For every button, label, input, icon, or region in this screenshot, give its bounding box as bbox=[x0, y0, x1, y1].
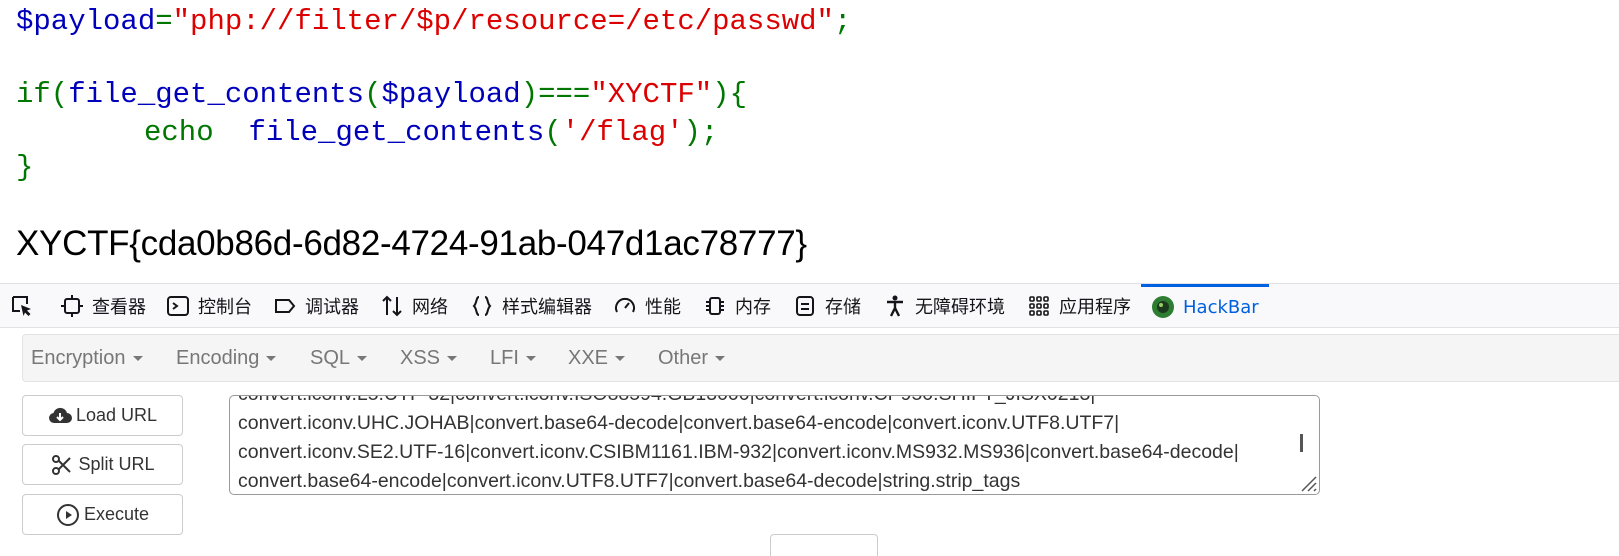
code-token: ){ bbox=[712, 78, 747, 111]
code-token: )=== bbox=[520, 78, 591, 111]
menu-label: Encoding bbox=[176, 347, 260, 369]
menu-xxe[interactable]: XXE bbox=[568, 335, 626, 381]
menu-label: Other bbox=[658, 347, 709, 369]
tab-label: 内存 bbox=[735, 296, 771, 318]
tab-label: 应用程序 bbox=[1059, 296, 1131, 318]
braces-icon bbox=[470, 294, 494, 318]
code-line-if: if(file_get_contents($payload)==="XYCTF"… bbox=[16, 76, 747, 114]
element-picker-button[interactable] bbox=[10, 284, 42, 327]
menu-xss[interactable]: XSS bbox=[400, 335, 458, 381]
button-label: Split URL bbox=[78, 454, 155, 474]
tab-label: 样式编辑器 bbox=[502, 296, 592, 318]
tab-network[interactable]: 网络 bbox=[380, 284, 448, 327]
code-token: ); bbox=[683, 116, 719, 149]
play-circle-icon bbox=[56, 503, 80, 527]
php-source-code: $payload="php://filter/$p/resource=/etc/… bbox=[16, 0, 851, 184]
caret-down-icon bbox=[715, 356, 726, 362]
caret-down-icon bbox=[357, 356, 368, 362]
code-line-close-brace: } bbox=[16, 151, 34, 184]
menu-label: LFI bbox=[490, 347, 519, 369]
menu-encryption[interactable]: Encryption bbox=[31, 335, 143, 381]
tab-storage[interactable]: 存储 bbox=[793, 284, 861, 327]
menu-label: XSS bbox=[400, 347, 441, 369]
scrollbar-thumb[interactable] bbox=[1300, 434, 1303, 452]
menu-sql[interactable]: SQL bbox=[310, 335, 368, 381]
load-url-button[interactable]: Load URL bbox=[22, 395, 183, 436]
code-token: "php://filter/$p/resource=/etc/passwd" bbox=[172, 5, 834, 38]
tab-label: 存储 bbox=[825, 296, 861, 318]
tab-label: HackBar bbox=[1183, 296, 1259, 318]
url-text-line: convert.base64-encode|convert.iconv.UTF8… bbox=[238, 470, 1021, 492]
code-token: '/flag' bbox=[561, 116, 684, 149]
code-token: ( bbox=[364, 78, 382, 111]
flag-output: XYCTF{cda0b86d-6d82-4724-91ab-047d1ac787… bbox=[16, 224, 807, 263]
tab-style-editor[interactable]: 样式编辑器 bbox=[470, 284, 592, 327]
tab-application[interactable]: 应用程序 bbox=[1027, 284, 1131, 327]
menu-encoding[interactable]: Encoding bbox=[176, 335, 277, 381]
caret-down-icon bbox=[447, 356, 458, 362]
gauge-icon bbox=[613, 294, 637, 318]
tab-label: 网络 bbox=[412, 296, 448, 318]
code-token: echo bbox=[144, 116, 214, 149]
url-text-line: convert.iconv.L5.UTF-32|convert.iconv.IS… bbox=[238, 396, 1095, 406]
console-icon bbox=[166, 294, 190, 318]
memory-chip-icon bbox=[703, 294, 727, 318]
code-token: if( bbox=[16, 78, 69, 111]
app-grid-icon bbox=[1027, 294, 1051, 318]
tab-memory[interactable]: 内存 bbox=[703, 284, 771, 327]
network-arrows-icon bbox=[380, 294, 404, 318]
storage-icon bbox=[793, 294, 817, 318]
partial-panel bbox=[770, 534, 878, 556]
code-token: = bbox=[155, 5, 173, 38]
code-token: file_get_contents bbox=[248, 116, 545, 149]
caret-down-icon bbox=[525, 356, 536, 362]
code-token: $payload bbox=[16, 5, 156, 38]
code-token: $payload bbox=[381, 78, 521, 111]
code-line-echo: echo file_get_contents('/flag'); bbox=[144, 114, 718, 152]
split-url-button[interactable]: Split URL bbox=[22, 444, 183, 485]
scissors-icon bbox=[50, 453, 74, 477]
tab-label: 查看器 bbox=[92, 296, 146, 318]
tab-performance[interactable]: 性能 bbox=[613, 284, 681, 327]
tab-console[interactable]: 控制台 bbox=[166, 284, 252, 327]
code-token: ; bbox=[833, 5, 852, 38]
url-text-line: convert.iconv.UHC.JOHAB|convert.base64-d… bbox=[238, 412, 1120, 434]
menu-label: XXE bbox=[568, 347, 609, 369]
inspector-icon bbox=[60, 294, 84, 318]
resize-grip-icon[interactable] bbox=[1297, 472, 1317, 492]
button-label: Execute bbox=[83, 504, 150, 524]
tab-label: 性能 bbox=[645, 296, 681, 318]
code-token: ( bbox=[544, 116, 562, 149]
tab-inspector[interactable]: 查看器 bbox=[60, 284, 146, 327]
tab-label: 调试器 bbox=[305, 296, 359, 318]
tab-label: 无障碍环境 bbox=[915, 296, 1005, 318]
caret-down-icon bbox=[266, 356, 277, 362]
tab-label: 控制台 bbox=[198, 296, 252, 318]
cloud-download-icon bbox=[48, 404, 72, 428]
caret-down-icon bbox=[132, 356, 143, 362]
url-textarea[interactable]: convert.iconv.L5.UTF-32|convert.iconv.IS… bbox=[229, 395, 1320, 495]
url-text-line: convert.iconv.SE2.UTF-16|convert.iconv.C… bbox=[238, 441, 1239, 463]
button-label: Load URL bbox=[75, 405, 158, 425]
tab-debugger[interactable]: 调试器 bbox=[273, 284, 359, 327]
debugger-icon bbox=[273, 294, 297, 318]
caret-down-icon bbox=[615, 356, 626, 362]
hackbar-menu: Encryption Encoding SQL XSS LFI XXE Othe… bbox=[22, 334, 1619, 382]
element-picker-icon bbox=[10, 294, 34, 318]
tab-hackbar[interactable]: HackBar bbox=[1141, 284, 1269, 327]
menu-label: SQL bbox=[310, 347, 351, 369]
tab-accessibility[interactable]: 无障碍环境 bbox=[883, 284, 1005, 327]
hackbar-logo-icon bbox=[1151, 295, 1175, 319]
menu-other[interactable]: Other bbox=[658, 335, 726, 381]
menu-label: Encryption bbox=[31, 347, 126, 369]
code-line-payload: $payload="php://filter/$p/resource=/etc/… bbox=[16, 3, 851, 41]
devtools-toolbar: 查看器 控制台 调试器 网络 样式编辑器 性能 内存 存储 无障碍环境 应用程序… bbox=[0, 283, 1619, 328]
menu-lfi[interactable]: LFI bbox=[490, 335, 536, 381]
accessibility-person-icon bbox=[883, 294, 907, 318]
code-token: file_get_contents bbox=[68, 78, 365, 111]
execute-button[interactable]: Execute bbox=[22, 494, 183, 535]
code-token: "XYCTF" bbox=[590, 78, 713, 111]
